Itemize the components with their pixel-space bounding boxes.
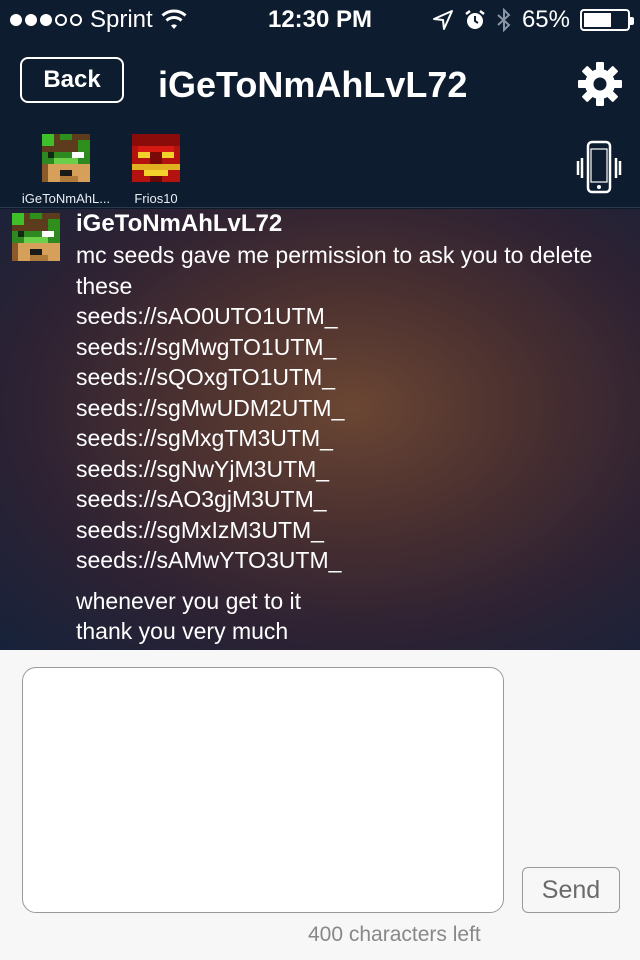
message-line: seeds://sgMwUDM2UTM_ bbox=[76, 394, 345, 421]
message-author-avatar bbox=[12, 213, 60, 261]
message-line: seeds://sAO0UTO1UTM_ bbox=[76, 303, 338, 329]
message-line: thank you very much bbox=[76, 618, 289, 644]
message-line: mc seeds gave me permission to ask you t… bbox=[76, 242, 593, 268]
participant-name: Frios10 bbox=[134, 191, 178, 206]
location-arrow-icon bbox=[432, 10, 453, 30]
message-input[interactable] bbox=[22, 667, 504, 913]
message-gap bbox=[76, 576, 626, 586]
send-button[interactable]: Send bbox=[522, 867, 620, 913]
participant-igetonmahlvl72[interactable]: iGeToNmAhL... bbox=[16, 134, 116, 206]
message-line: seeds://sAMwYTO3UTM_ bbox=[76, 547, 342, 573]
message-author: iGeToNmAhLvL72 bbox=[76, 210, 283, 237]
message-line: seeds://sAO3gjM3UTM_ bbox=[76, 486, 327, 512]
message-line: whenever you get to it bbox=[76, 587, 302, 614]
message-line: seeds://sgMwgTO1UTM_ bbox=[76, 333, 337, 360]
battery-icon bbox=[580, 9, 634, 31]
navigation-bar: Back iGeToNmAhLvL72 bbox=[0, 40, 640, 128]
battery-fill bbox=[584, 13, 611, 27]
gear-icon[interactable] bbox=[576, 60, 624, 108]
participant-frios10[interactable]: Frios10 bbox=[106, 134, 206, 206]
battery-nub bbox=[630, 17, 634, 25]
page-title: iGeToNmAhLvL72 bbox=[158, 64, 468, 105]
participants-bar: iGeToNmAhL... Frios10 bbox=[0, 128, 640, 208]
battery-percent: 65% bbox=[521, 6, 570, 33]
message-line: seeds://sQOxgTO1UTM_ bbox=[76, 364, 336, 390]
alarm-icon bbox=[465, 10, 485, 29]
green-creeper-skin-avatar bbox=[42, 134, 90, 182]
vibrate-phone-icon[interactable] bbox=[574, 138, 624, 196]
message-line: seeds://sgMxIzM3UTM_ bbox=[76, 516, 324, 543]
bluetooth-icon bbox=[497, 8, 511, 32]
status-bar: Sprint 12:30 PM 65% bbox=[0, 0, 640, 40]
participant-name: iGeToNmAhL... bbox=[21, 191, 111, 206]
characters-left-counter: 400 characters left bbox=[308, 923, 481, 946]
message-line: these bbox=[76, 272, 133, 299]
red-iron-man-skin-avatar bbox=[132, 134, 180, 182]
compose-area: Send 400 characters left bbox=[0, 650, 640, 960]
message-line: seeds://sgMxgTM3UTM_ bbox=[76, 425, 333, 451]
message-body: mc seeds gave me permission to ask you t… bbox=[76, 240, 626, 647]
back-button[interactable]: Back bbox=[20, 57, 124, 103]
status-right: 65% bbox=[432, 6, 634, 34]
chat-message-area[interactable]: iGeToNmAhLvL72 mc seeds gave me permissi… bbox=[0, 209, 640, 650]
message-line: seeds://sgNwYjM3UTM_ bbox=[76, 455, 330, 482]
